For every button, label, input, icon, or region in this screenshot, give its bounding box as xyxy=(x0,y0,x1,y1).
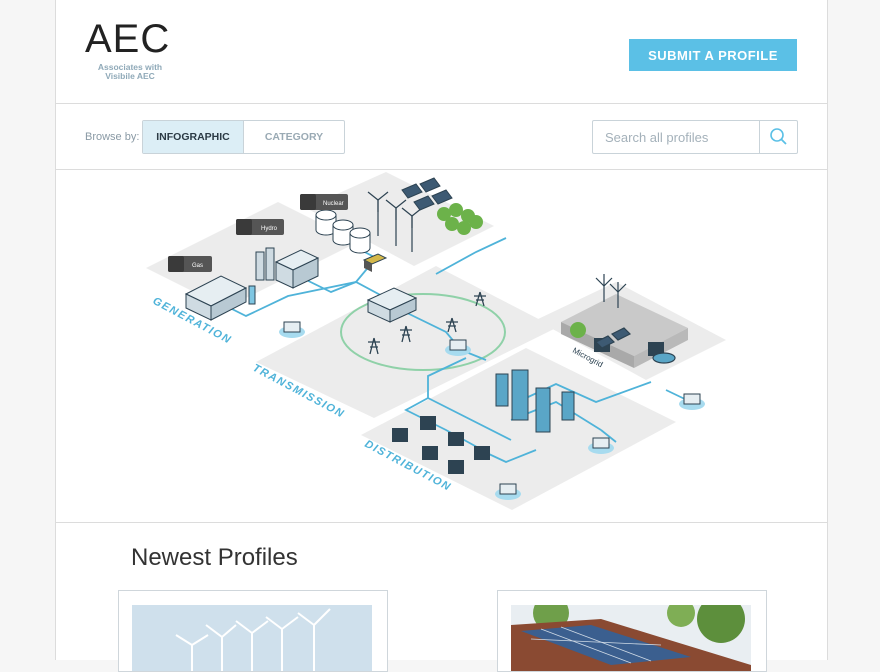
infographic-map: GENERATION TRANSMISSION DISTRIBUTION Mic… xyxy=(146,172,726,510)
page: AEC Associates with Visibile AEC SUBMIT … xyxy=(55,0,828,672)
site-tagline: Associates with Visibile AEC xyxy=(97,62,163,81)
submit-profile-button[interactable]: SUBMIT A PROFILE xyxy=(629,39,797,71)
browse-label: Browse by: xyxy=(85,131,140,143)
solar-roof-photo[interactable] xyxy=(511,605,751,671)
search-box xyxy=(592,120,798,154)
tag-hydro[interactable]: Hydro xyxy=(236,219,284,235)
energy-infographic: GENERATION TRANSMISSION DISTRIBUTION Mic… xyxy=(56,170,827,523)
newest-profiles-title: Newest Profiles xyxy=(131,544,298,571)
tag-gas[interactable]: Gas xyxy=(168,256,212,272)
tag-nuclear-label: Nuclear xyxy=(323,201,344,207)
search-input[interactable] xyxy=(593,121,755,153)
site-logo[interactable]: AEC xyxy=(85,18,170,60)
tag-nuclear[interactable]: Nuclear xyxy=(300,194,348,210)
tab-infographic[interactable]: INFOGRAPHIC xyxy=(143,121,244,153)
browse-tabs: INFOGRAPHIC CATEGORY xyxy=(142,120,345,154)
tab-category[interactable]: CATEGORY xyxy=(244,121,344,153)
tag-hydro-label: Hydro xyxy=(261,226,278,232)
site-header: AEC Associates with Visibile AEC SUBMIT … xyxy=(56,0,827,104)
tag-gas-label: Gas xyxy=(192,263,203,269)
search-button[interactable] xyxy=(759,121,798,153)
search-icon xyxy=(770,128,787,145)
browse-bar: Browse by: INFOGRAPHIC CATEGORY xyxy=(56,104,827,170)
wind-turbines-photo[interactable] xyxy=(132,605,372,671)
